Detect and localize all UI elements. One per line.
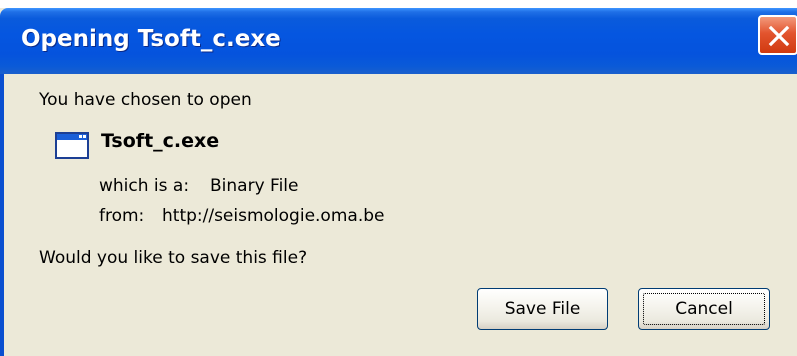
- close-icon: [768, 25, 790, 47]
- save-file-button[interactable]: Save File: [477, 288, 608, 330]
- file-source-value: http://seismologie.oma.be: [162, 206, 385, 226]
- file-source-label: from:: [99, 206, 145, 226]
- save-file-dialog: Opening Tsoft_c.exe You have chosen to o…: [0, 0, 797, 356]
- window-title: Opening Tsoft_c.exe: [21, 26, 281, 52]
- title-bar[interactable]: Opening Tsoft_c.exe: [0, 8, 797, 74]
- file-name: Tsoft_c.exe: [101, 130, 220, 152]
- file-type-label: which is a:: [99, 176, 190, 196]
- application-window-icon: [55, 132, 89, 159]
- intro-text: You have chosen to open: [39, 90, 252, 110]
- cancel-button[interactable]: Cancel: [638, 288, 770, 330]
- save-question: Would you like to save this file?: [39, 248, 308, 268]
- window-frame-left: [0, 74, 4, 356]
- file-type-value: Binary File: [210, 176, 299, 196]
- close-button[interactable]: [758, 15, 797, 55]
- window-top-border: [0, 0, 797, 8]
